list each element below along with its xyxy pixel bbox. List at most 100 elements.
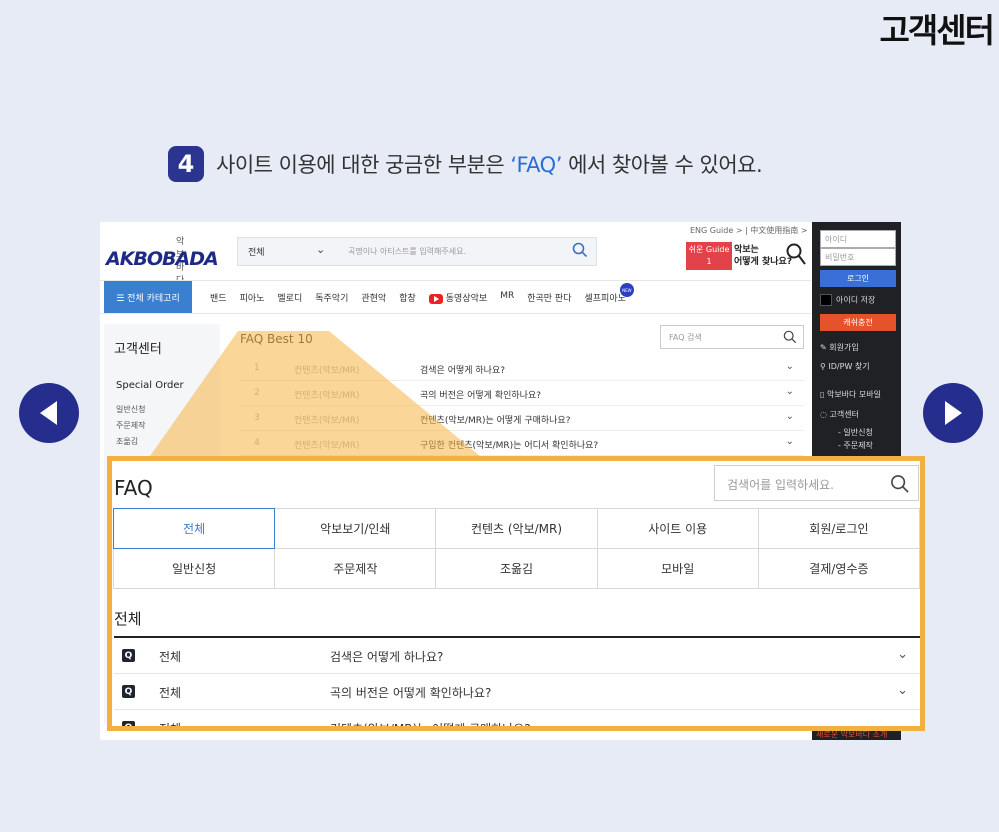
chevron-down-icon: ⌄ (785, 436, 794, 447)
chevron-down-icon[interactable]: ⌄ (897, 647, 908, 662)
faq-item-category: 전체 (159, 686, 182, 700)
row-question: 곡의 버전은 어떻게 확인하나요? (420, 391, 542, 401)
menu-item[interactable]: 멜로디 (277, 291, 302, 304)
customer-center-link[interactable]: ◌ 고객센터 (820, 409, 859, 420)
faq-search-input[interactable]: 검색어를 입력하세요. (714, 465, 919, 501)
faq-best-row[interactable]: 2 컨텐츠(악보/MR) 곡의 버전은 어떻게 확인하나요? ⌄ (240, 381, 804, 406)
mobile-icon: ▯ (820, 390, 827, 399)
general-request-link[interactable]: - 일반신청 (838, 427, 873, 438)
next-button[interactable] (923, 383, 983, 443)
site-search-bar[interactable]: 전체 ⌄ 곡명이나 아티스트를 입력해주세요. (237, 237, 597, 266)
section-title: 전체 (114, 610, 142, 628)
faq-item[interactable]: Q 전체 곡의 버전은 어떻게 확인하나요? ⌄ (114, 674, 920, 710)
menu-item[interactable]: 피아노 (240, 291, 265, 304)
find-id-pw-link[interactable]: ⚲ ID/PW 찾기 (820, 361, 870, 372)
password-input[interactable]: 비밀번호 (820, 248, 896, 266)
tab-all[interactable]: 전체 (113, 508, 276, 549)
faq-item-question: 곡의 버전은 어떻게 확인하나요? (330, 686, 492, 700)
faq-best-list: 1 컨텐츠(악보/MR) 검색은 어떻게 하나요? ⌄ 2 컨텐츠(악보/MR) 곡의 버… (240, 356, 804, 456)
menu-item[interactable]: MR (500, 291, 514, 304)
menu-list: 밴드 피아노 멜로디 독주악기 관현악 합창 동영상악보 MR 한곡만 판다 셀… (210, 283, 634, 304)
menu-item-label: 동영상악보 (445, 294, 488, 304)
search-icon[interactable] (572, 242, 588, 262)
step-text: 사이트 이용에 대한 궁금한 부분은 ‘FAQ’ 에서 찾아볼 수 있어요. (216, 149, 763, 179)
chevron-down-icon[interactable]: ⌄ (897, 683, 908, 698)
menu-item[interactable]: 밴드 (210, 291, 227, 304)
guide-text-line2: 어떻게 찾나요? (734, 257, 793, 267)
step-text-after: 에서 찾아볼 수 있어요. (561, 153, 763, 177)
chevron-down-icon: ⌄ (785, 386, 794, 397)
tab-payment-receipt[interactable]: 결제/영수증 (757, 548, 920, 589)
step-text-before: 사이트 이용에 대한 궁금한 부분은 (216, 153, 511, 177)
menu-item-label: 셀프피아노 (584, 294, 626, 304)
faq-item-category: 전체 (159, 650, 182, 664)
faq-best-row[interactable]: 4 컨텐츠(악보/MR) 구입한 컨텐츠(악보/MR)는 어디서 확인하나요? ⌄ (240, 431, 804, 456)
faq-best-row[interactable]: 3 컨텐츠(악보/MR) 컨텐츠(악보/MR)는 어떻게 구매하나요? ⌄ (240, 406, 804, 431)
faq-best-row[interactable]: 1 컨텐츠(악보/MR) 검색은 어떻게 하나요? ⌄ (240, 356, 804, 381)
new-badge: NEW (619, 283, 634, 297)
id-input[interactable]: 아이디 (820, 230, 896, 248)
page-title: 고객센터 (879, 11, 995, 50)
menu-item[interactable]: 독주악기 (315, 291, 348, 304)
cash-charge-button[interactable]: 캐쉬충전 (820, 314, 896, 331)
q-badge-icon: Q (122, 649, 135, 662)
tab-member-login[interactable]: 회원/로그인 (757, 508, 920, 549)
chevron-down-icon: ⌄ (316, 243, 326, 256)
faq-item-question: 컨텐츠(악보/MR)는 어떻게 구매하나요? (330, 722, 531, 731)
menu-item[interactable]: 한곡만 판다 (527, 291, 571, 304)
faq-search-placeholder: 검색어를 입력하세요. (727, 478, 834, 492)
site-search-input[interactable]: 곡명이나 아티스트를 입력해주세요. (348, 246, 466, 257)
link-label: 회원가입 (829, 343, 859, 352)
faq-item[interactable]: Q 전체 컨텐츠(악보/MR)는 어떻게 구매하나요? ⌄ (114, 710, 920, 731)
login-button[interactable]: 로그인 (820, 270, 896, 287)
chevron-down-icon[interactable]: ⌄ (897, 719, 908, 726)
tab-contents[interactable]: 컨텐츠 (악보/MR) (435, 508, 598, 549)
tab-custom-order[interactable]: 주문제작 (274, 548, 437, 589)
tab-general-request[interactable]: 일반신청 (113, 548, 276, 589)
faq-search-input[interactable]: FAQ 검색 (660, 325, 804, 349)
row-category: 컨텐츠(악보/MR) (294, 366, 360, 376)
faq-search-placeholder: FAQ 검색 (669, 333, 702, 342)
sidebar-item[interactable]: 일반신청 (116, 402, 145, 418)
link-label: ID/PW 찾기 (828, 362, 870, 371)
faq-item[interactable]: Q 전체 검색은 어떻게 하나요? ⌄ (114, 638, 920, 674)
sidebar-items: 일반신청 주문제작 조옮김 (116, 402, 145, 450)
guide-text-line1: 악보는 (734, 245, 759, 255)
tab-mobile[interactable]: 모바일 (596, 548, 759, 589)
arrow-right-icon (945, 401, 962, 425)
tab-site-usage[interactable]: 사이트 이용 (596, 508, 759, 549)
magnifier-icon (786, 243, 806, 265)
search-category-select[interactable]: 전체 (248, 245, 265, 258)
youtube-icon (428, 293, 443, 304)
faq-category-tabs: 전체 악보보기/인쇄 컨텐츠 (악보/MR) 사이트 이용 회원/로그인 일반신… (113, 508, 920, 589)
faq-list: Q 전체 검색은 어떻게 하나요? ⌄ Q 전체 곡의 버전은 어떻게 확인하나요? ⌄ Q… (114, 638, 920, 731)
tab-score-view-print[interactable]: 악보보기/인쇄 (274, 508, 437, 549)
menu-item-video[interactable]: 동영상악보 (428, 291, 488, 304)
menu-item-self-piano[interactable]: 셀프피아노 NEW (584, 283, 634, 304)
guide-text[interactable]: 악보는 어떻게 찾나요? (734, 244, 792, 268)
guide-badge[interactable]: 쉬운 Guide 1 (686, 242, 732, 270)
menu-item[interactable]: 합창 (399, 291, 416, 304)
row-number: 4 (254, 438, 260, 448)
prev-button[interactable] (19, 383, 79, 443)
search-icon[interactable] (783, 330, 797, 344)
signup-link[interactable]: ✎ 회원가입 (820, 342, 859, 353)
save-id-label: 아이디 저장 (836, 295, 876, 305)
search-icon[interactable] (890, 474, 910, 494)
sidebar-item[interactable]: 주문제작 (116, 418, 145, 434)
main-nav: ☰ 전체 카테고리 밴드 피아노 멜로디 독주악기 관현악 합창 동영상악보 M… (100, 280, 811, 314)
mobile-link[interactable]: ▯ 악보바다 모바일 (820, 389, 881, 400)
q-badge-icon: Q (122, 685, 135, 698)
faq-zoom-panel: FAQ 검색어를 입력하세요. 전체 악보보기/인쇄 컨텐츠 (악보/MR) 사… (107, 456, 925, 731)
language-links[interactable]: ENG Guide > | 中文使用指南 > (690, 225, 808, 236)
guide-badge-line2: 1 (706, 257, 712, 266)
all-category-button[interactable]: ☰ 전체 카테고리 (104, 281, 192, 313)
save-id-checkbox[interactable]: 아이디 저장 (820, 294, 875, 306)
link-label: 고객센터 (829, 410, 859, 419)
q-badge-icon: Q (122, 721, 135, 726)
sidebar-item[interactable]: 조옮김 (116, 434, 145, 450)
custom-order-link[interactable]: - 주문제작 (838, 440, 873, 451)
faq-item-category: 전체 (159, 722, 182, 731)
tab-transpose[interactable]: 조옮김 (435, 548, 598, 589)
menu-item[interactable]: 관현악 (361, 291, 386, 304)
